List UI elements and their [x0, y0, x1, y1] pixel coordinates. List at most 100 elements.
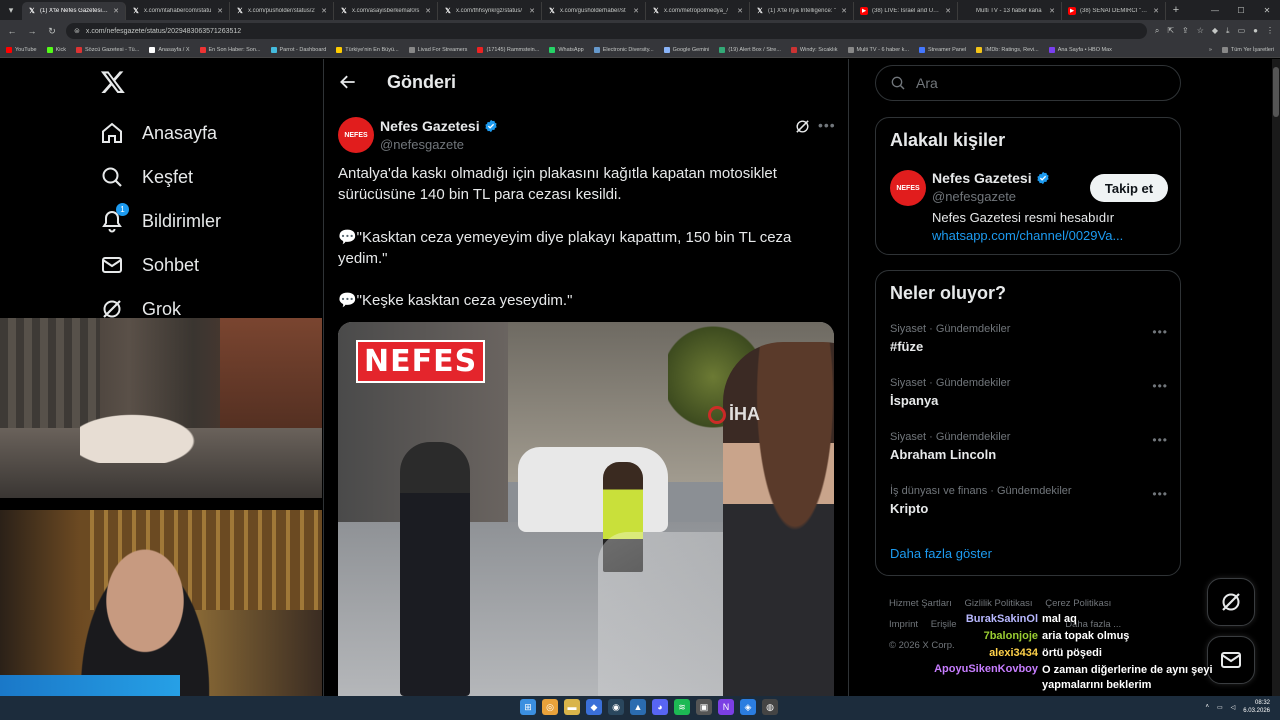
- grok-icon[interactable]: [794, 118, 811, 135]
- search-box[interactable]: [875, 65, 1181, 101]
- bookmark-item[interactable]: Livad For Streamers: [408, 46, 467, 53]
- bookmark-item[interactable]: (19) Alert Box / Stre...: [719, 46, 781, 53]
- nav-item-messages[interactable]: Sohbet: [100, 253, 199, 277]
- forward-icon[interactable]: →: [26, 26, 38, 36]
- share-icon[interactable]: ⇪: [1182, 26, 1189, 36]
- obs-icon[interactable]: ◍: [762, 699, 778, 715]
- bookmark-item[interactable]: Electronic Diversity...: [593, 46, 654, 53]
- close-icon[interactable]: ✕: [1254, 6, 1280, 15]
- nav-item-explore[interactable]: Keşfet: [100, 165, 193, 189]
- browser-tab[interactable]: 𝕏 (1) X'te Irya Intelligence: " ✕: [750, 2, 854, 20]
- related-handle[interactable]: @nefesgazete: [932, 189, 1016, 204]
- bookmark-item[interactable]: Multi TV - 6 haber k...: [847, 46, 909, 53]
- install-icon[interactable]: ⇱: [1167, 26, 1174, 36]
- related-link[interactable]: whatsapp.com/channel/0029Va...: [932, 228, 1123, 243]
- tablet-icon[interactable]: ▭: [1238, 26, 1246, 36]
- tab-close-icon[interactable]: ✕: [945, 7, 951, 15]
- bookmark-item[interactable]: Google Gemini: [663, 46, 709, 53]
- bookmark-item[interactable]: IMDb: Ratings, Revi...: [976, 46, 1039, 53]
- trend-item[interactable]: Siyaset · Gündemdekiler Abraham Lincoln …: [890, 431, 1168, 471]
- bookmark-item[interactable]: Ana Sayfa • HBO Max: [1048, 46, 1112, 53]
- bookmark-item[interactable]: Kick: [46, 46, 66, 53]
- bookmark-item[interactable]: WhatsApp: [549, 46, 584, 53]
- clock[interactable]: 08:32 6.03.2026: [1243, 699, 1270, 715]
- trend-item[interactable]: Siyaset · Gündemdekiler İspanya •••: [890, 377, 1168, 417]
- folder-icon[interactable]: ▬: [564, 699, 580, 715]
- browser-tab[interactable]: Multi TV - 13 haber kana ✕: [958, 2, 1062, 20]
- tab-close-icon[interactable]: ✕: [737, 7, 743, 15]
- search-input[interactable]: [916, 75, 1156, 91]
- bookmark-item[interactable]: Türkiye'nin En Büyü...: [336, 46, 399, 53]
- avatar[interactable]: NEFES: [890, 170, 926, 206]
- show-more-link[interactable]: Daha fazla göster: [890, 546, 992, 561]
- bookmark-item[interactable]: En Son Haber: Son...: [199, 46, 261, 53]
- scrollbar-thumb[interactable]: [1273, 67, 1279, 117]
- tab-search-icon[interactable]: ▾: [0, 0, 22, 20]
- footer-link[interactable]: Çerez Politikası: [1045, 598, 1111, 609]
- tab-close-icon[interactable]: ✕: [113, 7, 119, 15]
- follow-button[interactable]: Takip et: [1090, 174, 1168, 202]
- back-icon[interactable]: ←: [6, 26, 18, 36]
- tab-close-icon[interactable]: ✕: [633, 7, 639, 15]
- more-options-icon[interactable]: •••: [1152, 487, 1168, 501]
- post-author[interactable]: Nefes Gazetesi: [380, 118, 498, 134]
- bookmark-item[interactable]: Anasayfa / X: [149, 46, 190, 53]
- tab-close-icon[interactable]: ✕: [425, 7, 431, 15]
- more-options-icon[interactable]: •••: [1152, 433, 1168, 447]
- more-options-icon[interactable]: •••: [1152, 325, 1168, 339]
- volume-icon[interactable]: ◁: [1231, 704, 1236, 711]
- browser-tab[interactable]: ▶ (38) LIVE: Israel and US A ✕: [854, 2, 958, 20]
- browser-tab[interactable]: 𝕏x.com/asayisberkemal0/s ✕: [334, 2, 438, 20]
- browser-tab[interactable]: 𝕏x.com/gusholderhaber/st ✕: [542, 2, 646, 20]
- tab-close-icon[interactable]: ✕: [321, 7, 327, 15]
- new-tab-button[interactable]: +: [1166, 4, 1186, 16]
- browser-tab[interactable]: 𝕏x.com/thhsynkrgz/status/ ✕: [438, 2, 542, 20]
- footer-link[interactable]: Hizmet Şartları: [889, 598, 952, 609]
- footer-link[interactable]: Gizlilik Politikası: [964, 598, 1032, 609]
- menu-icon[interactable]: ⋮: [1266, 26, 1274, 36]
- network-icon[interactable]: ▭: [1217, 704, 1223, 711]
- bookmark-item[interactable]: YouTube: [6, 46, 37, 53]
- omnibox[interactable]: ⊜ x.com/nefesgazete/status/2029483063571…: [66, 23, 1147, 39]
- star-icon[interactable]: ☆: [1197, 26, 1204, 36]
- scrollbar[interactable]: [1272, 59, 1280, 696]
- more-options-icon[interactable]: •••: [1152, 379, 1168, 393]
- profile-icon[interactable]: ●: [1253, 26, 1258, 36]
- more-options-icon[interactable]: •••: [818, 117, 836, 133]
- app-icon[interactable]: ▲: [630, 699, 646, 715]
- bookmark-item[interactable]: (17145) Rammstein...: [477, 46, 539, 53]
- browser-tab[interactable]: 𝕏 (1) X'te Nefes Gazetesi: "A ✕: [22, 2, 126, 20]
- browser-tab[interactable]: ▶ (38) SENAİ DEMİRCİ "KIL ✕: [1062, 2, 1166, 20]
- tab-close-icon[interactable]: ✕: [529, 7, 535, 15]
- trend-item[interactable]: İş dünyası ve finans · Gündemdekiler Kri…: [890, 485, 1168, 525]
- download-icon[interactable]: ⤓: [1226, 26, 1230, 36]
- chevron-up-icon[interactable]: ˄: [1205, 704, 1209, 710]
- tab-close-icon[interactable]: ✕: [841, 7, 847, 15]
- tab-close-icon[interactable]: ✕: [1049, 7, 1055, 15]
- browser-tab[interactable]: 𝕏x.com/pusholder/status/2 ✕: [230, 2, 334, 20]
- chrome-icon[interactable]: ◎: [542, 699, 558, 715]
- app-icon[interactable]: N: [718, 699, 734, 715]
- zoom-icon[interactable]: ⌕: [1155, 26, 1159, 36]
- browser-tab[interactable]: 𝕏x.com/metropolmedya_/ ✕: [646, 2, 750, 20]
- extension-icon[interactable]: ◆: [1212, 26, 1218, 36]
- bookmark-item[interactable]: Streamer Panel: [918, 46, 966, 53]
- reload-icon[interactable]: ↻: [46, 26, 58, 37]
- all-bookmarks[interactable]: Tüm Yer İşaretleri: [1221, 46, 1274, 53]
- maximize-icon[interactable]: ☐: [1228, 6, 1254, 15]
- author-handle[interactable]: @nefesgazete: [380, 137, 464, 152]
- tab-close-icon[interactable]: ✕: [217, 7, 223, 15]
- start-icon[interactable]: ⊞: [520, 699, 536, 715]
- app-icon[interactable]: ◈: [740, 699, 756, 715]
- bookmark-item[interactable]: Parrot - Dashboard: [270, 46, 326, 53]
- post-avatar[interactable]: NEFES: [338, 117, 374, 153]
- nav-item-home[interactable]: Anasayfa: [100, 121, 217, 145]
- discord-icon[interactable]: ◕: [652, 699, 668, 715]
- minimize-icon[interactable]: —: [1202, 6, 1228, 15]
- spotify-icon[interactable]: ≋: [674, 699, 690, 715]
- bookmark-item[interactable]: Windy: Sıcaklık: [790, 46, 838, 53]
- related-name[interactable]: Nefes Gazetesi: [932, 170, 1050, 186]
- bookmark-item[interactable]: Sözcü Gazetesi - Tü...: [76, 46, 139, 53]
- post-video[interactable]: NEFES İHA: [338, 322, 834, 696]
- tab-close-icon[interactable]: ✕: [1153, 7, 1159, 15]
